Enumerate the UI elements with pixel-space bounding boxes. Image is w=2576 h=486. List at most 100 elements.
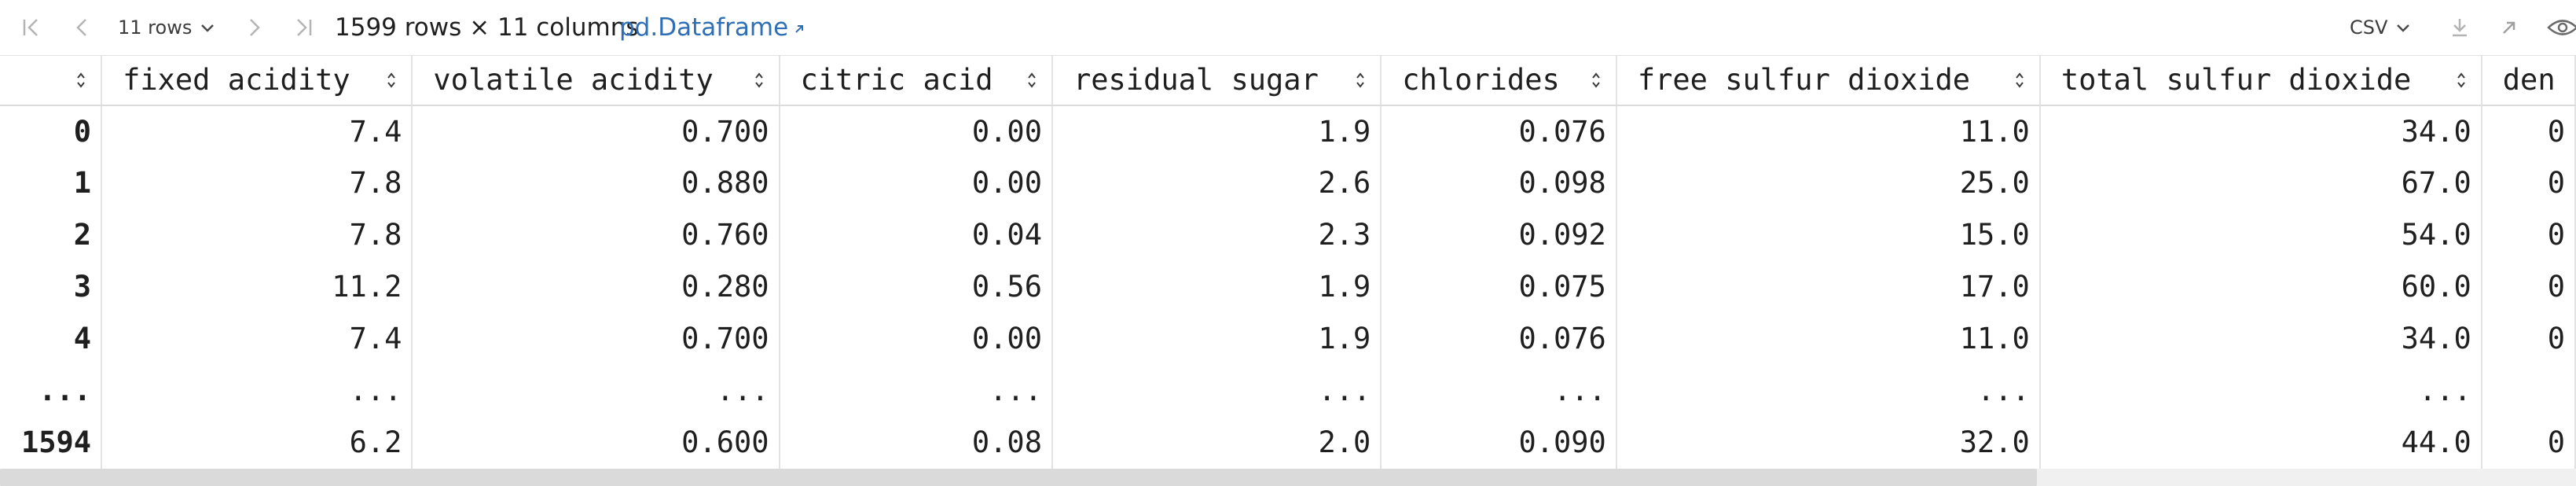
chevron-down-icon xyxy=(2395,17,2411,39)
table-cell: 11.0 xyxy=(1616,105,2041,157)
horizontal-scrollbar[interactable] xyxy=(0,469,2576,486)
table-cell: 0.700 xyxy=(412,105,780,157)
table-cell xyxy=(2481,364,2576,417)
table-cell: 0.760 xyxy=(412,208,780,261)
export-format-label: CSV xyxy=(2350,17,2388,39)
table-cell: 32.0 xyxy=(1616,416,2041,469)
sort-icon xyxy=(1592,72,1600,88)
row-index-cell: ... xyxy=(0,364,103,417)
export-format-select[interactable]: CSV xyxy=(2350,0,2411,55)
column-header[interactable]: den xyxy=(2481,55,2576,106)
table-cell: 0 xyxy=(2481,105,2576,157)
previous-page-icon[interactable] xyxy=(63,0,102,55)
row-index-cell: 3 xyxy=(0,260,103,313)
column-header[interactable]: chlorides xyxy=(1381,55,1617,106)
next-page-icon[interactable] xyxy=(234,0,273,55)
column-header[interactable]: volatile acidity xyxy=(412,55,780,106)
eye-icon[interactable] xyxy=(2543,0,2576,55)
table-cell: 11.2 xyxy=(101,260,413,313)
open-external-icon[interactable] xyxy=(2490,0,2529,55)
table-row: 1 7.8 0.880 0.00 2.6 0.098 25.0 67.0 0 xyxy=(0,156,2576,209)
row-index-cell: 2 xyxy=(0,208,103,261)
table-cell: ... xyxy=(1381,364,1617,417)
table-row: 1594 6.2 0.600 0.08 2.0 0.090 32.0 44.0 0 xyxy=(0,416,2576,469)
first-page-icon[interactable] xyxy=(11,0,50,55)
row-index-cell: 0 xyxy=(0,105,103,157)
table-cell: 0.700 xyxy=(412,312,780,365)
table-row: ........................ xyxy=(0,364,2576,417)
table-cell: 34.0 xyxy=(2039,105,2482,157)
table-cell: 7.8 xyxy=(101,208,413,261)
download-icon[interactable] xyxy=(2440,0,2479,55)
table-cell: 7.4 xyxy=(101,312,413,365)
index-header[interactable] xyxy=(0,55,103,106)
table-cell: 0 xyxy=(2481,260,2576,313)
table-cell: 0.076 xyxy=(1381,312,1617,365)
table-cell: ... xyxy=(779,364,1053,417)
table-cell: 44.0 xyxy=(2039,416,2482,469)
table-cell: 15.0 xyxy=(1616,208,2041,261)
dataframe-link[interactable]: pd.Dataframe xyxy=(619,0,805,55)
row-index-cell: 1594 xyxy=(0,416,103,469)
table-cell: 0.880 xyxy=(412,156,780,209)
sort-icon xyxy=(387,72,396,88)
table-cell: 0 xyxy=(2481,416,2576,469)
rows-per-page-select[interactable]: 11 rows xyxy=(118,0,215,55)
table-cell: 34.0 xyxy=(2039,312,2482,365)
table-cell: ... xyxy=(1051,364,1382,417)
table-row: 4 7.4 0.700 0.00 1.9 0.076 11.0 34.0 0 xyxy=(0,312,2576,365)
table-cell: 1.9 xyxy=(1051,105,1382,157)
table-cell: 0.00 xyxy=(779,156,1053,209)
column-header[interactable]: fixed acidity xyxy=(101,55,413,106)
table-cell: 67.0 xyxy=(2039,156,2482,209)
table-cell: 0.076 xyxy=(1381,105,1617,157)
column-header[interactable]: citric acid xyxy=(779,55,1053,106)
sort-icon xyxy=(754,72,763,88)
scrollbar-thumb[interactable] xyxy=(0,469,2037,486)
table-cell: ... xyxy=(101,364,413,417)
table-cell: 7.8 xyxy=(101,156,413,209)
table-cell: 0.098 xyxy=(1381,156,1617,209)
table-cell: ... xyxy=(412,364,780,417)
row-index-cell: 1 xyxy=(0,156,103,209)
table-cell: 25.0 xyxy=(1616,156,2041,209)
header-row: fixed acidity volatile acidity citric ac… xyxy=(0,55,2576,106)
sort-icon xyxy=(2457,72,2465,88)
table-cell: 0.600 xyxy=(412,416,780,469)
table-row: 0 7.4 0.700 0.00 1.9 0.076 11.0 34.0 0 xyxy=(0,105,2576,157)
table-cell: 60.0 xyxy=(2039,260,2482,313)
table-cell: 0.56 xyxy=(779,260,1053,313)
column-header-label: den xyxy=(2502,63,2556,98)
table-cell: ... xyxy=(1616,364,2041,417)
table-cell: 2.0 xyxy=(1051,416,1382,469)
table-cell: 1.9 xyxy=(1051,312,1382,365)
table-cell: 6.2 xyxy=(101,416,413,469)
table-cell: 7.4 xyxy=(101,105,413,157)
dataframe-link-label: pd.Dataframe xyxy=(619,13,789,42)
column-header-label: chlorides xyxy=(1402,63,1560,98)
column-header[interactable]: free sulfur dioxide xyxy=(1616,55,2041,106)
table-row: 3 11.2 0.280 0.56 1.9 0.075 17.0 60.0 0 xyxy=(0,260,2576,313)
column-header[interactable]: total sulfur dioxide xyxy=(2039,55,2482,106)
table-cell: 0.04 xyxy=(779,208,1053,261)
table-cell: 2.3 xyxy=(1051,208,1382,261)
sort-icon xyxy=(1356,72,1365,88)
dataframe-table-viewport: fixed acidity volatile acidity citric ac… xyxy=(0,55,2576,469)
column-header-label: total sulfur dioxide xyxy=(2060,63,2412,98)
sort-icon xyxy=(1028,72,1036,88)
table-cell: 0.280 xyxy=(412,260,780,313)
dataframe-table: fixed acidity volatile acidity citric ac… xyxy=(0,55,2576,469)
table-cell: 11.0 xyxy=(1616,312,2041,365)
rows-per-page-label: 11 rows xyxy=(118,17,193,39)
table-cell: 0.00 xyxy=(779,312,1053,365)
last-page-icon[interactable] xyxy=(284,0,324,55)
sort-icon xyxy=(2016,72,2024,88)
column-header-label: free sulfur dioxide xyxy=(1637,63,1971,98)
column-header[interactable]: residual sugar xyxy=(1051,55,1382,106)
table-cell: 0 xyxy=(2481,312,2576,365)
table-cell: 0.075 xyxy=(1381,260,1617,313)
table-cell: 54.0 xyxy=(2039,208,2482,261)
column-header-label: volatile acidity xyxy=(433,63,714,98)
chevron-down-icon xyxy=(200,17,215,39)
table-cell: 1.9 xyxy=(1051,260,1382,313)
